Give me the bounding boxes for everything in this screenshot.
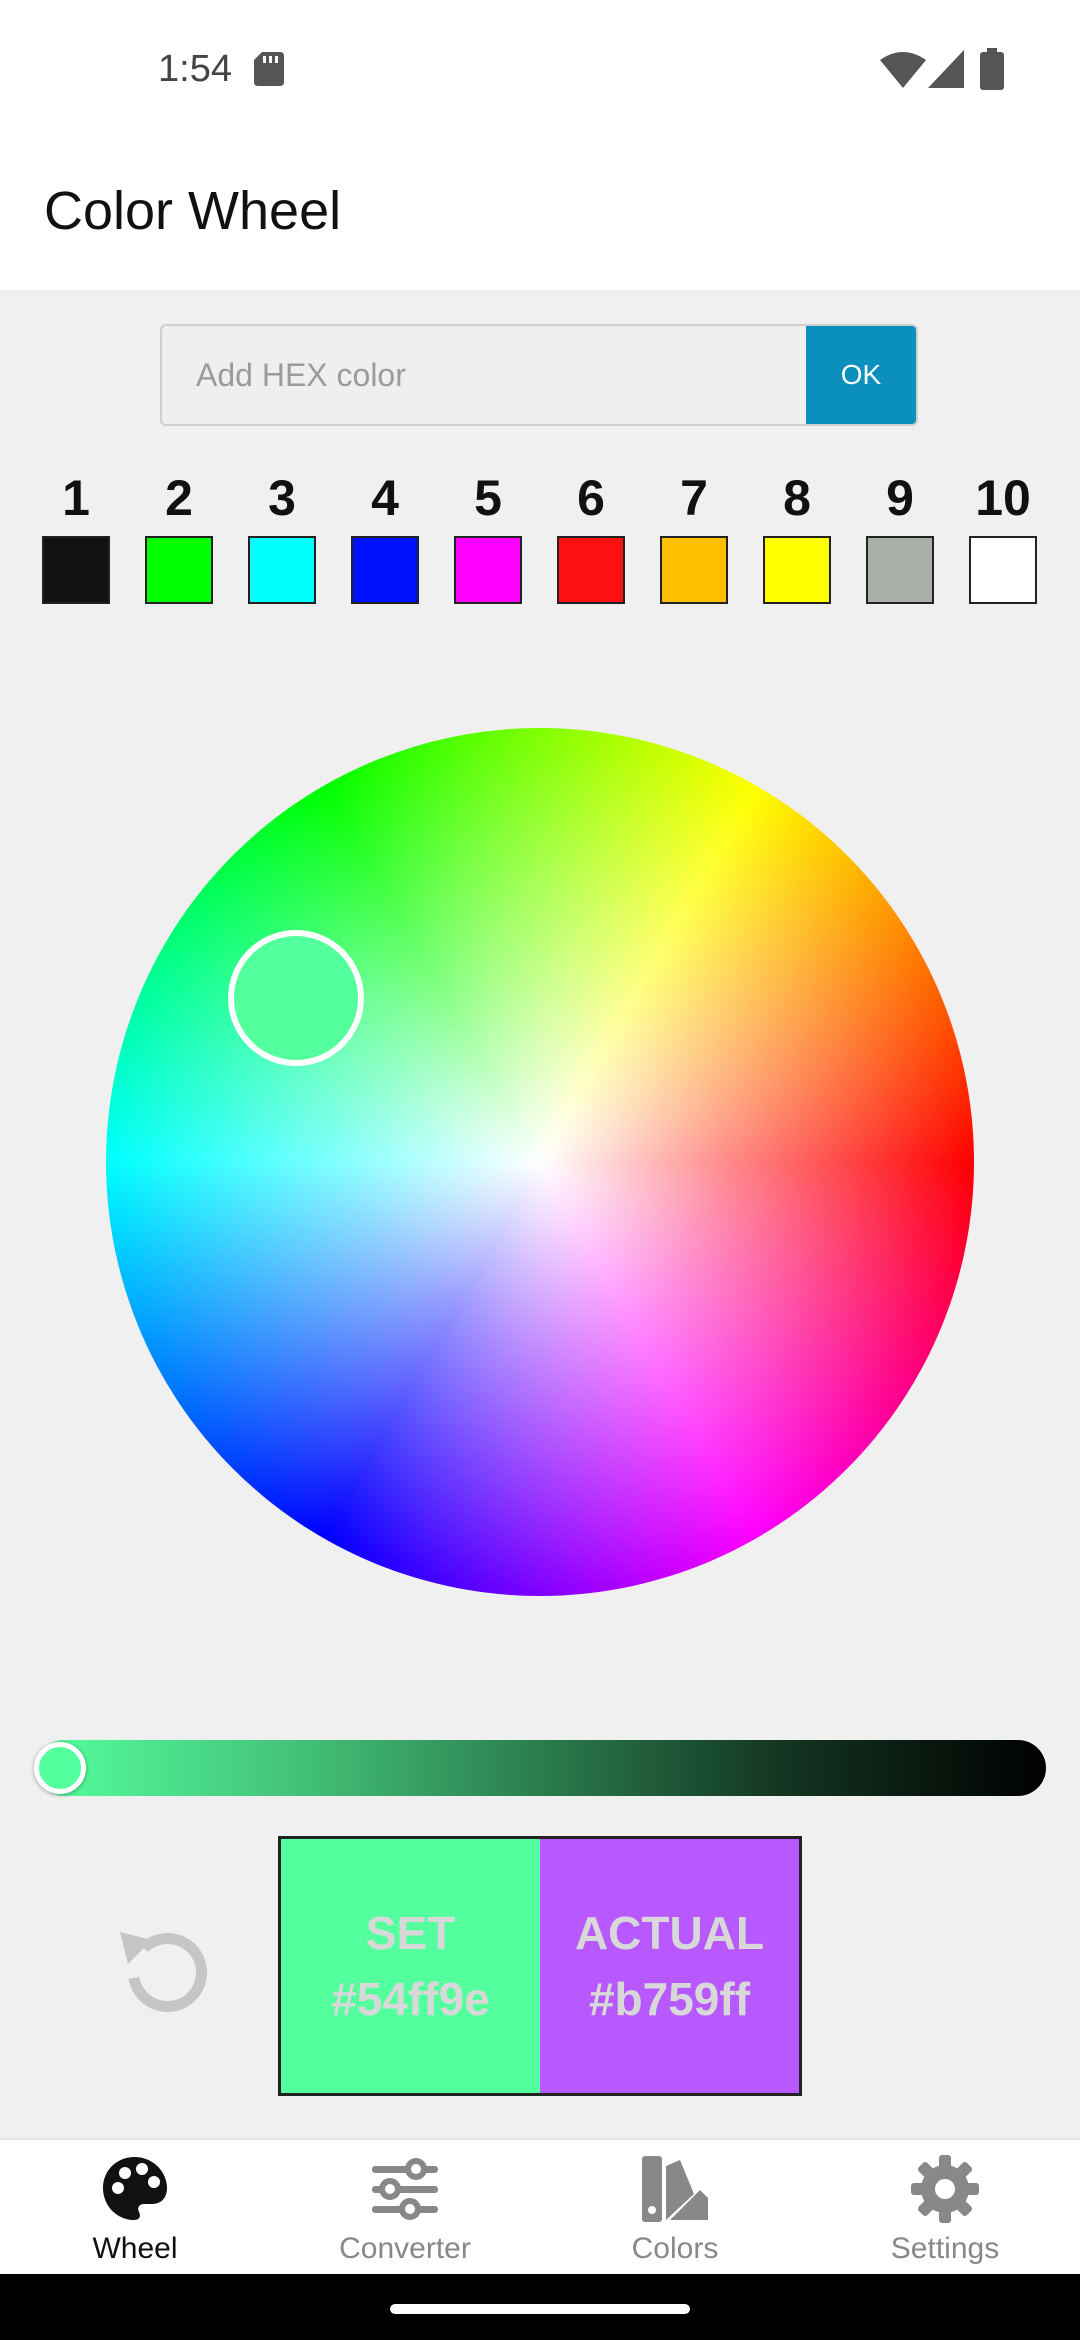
swatch-slot-9: 9 — [864, 470, 936, 604]
brightness-slider[interactable] — [36, 1740, 1046, 1796]
set-color-preview[interactable]: SET #54ff9e — [281, 1839, 540, 2093]
color-swatch-5[interactable] — [454, 536, 522, 604]
actual-color-preview[interactable]: ACTUAL #b759ff — [540, 1839, 799, 2093]
swatch-number: 3 — [268, 470, 296, 526]
swatch-number: 10 — [975, 470, 1031, 526]
page-title: Color Wheel — [44, 181, 342, 241]
actual-hex: #b759ff — [588, 1973, 751, 2025]
swatch-number: 5 — [474, 470, 502, 526]
hex-input[interactable] — [162, 326, 808, 424]
wheel-selector-handle[interactable] — [228, 930, 364, 1066]
app-bar: Color Wheel — [0, 140, 1080, 290]
swatch-slot-6: 6 — [555, 470, 627, 604]
swatch-slot-1: 1 — [40, 470, 112, 604]
nav-label-wheel: Wheel — [92, 2232, 178, 2265]
hex-input-group: OK — [160, 324, 918, 426]
reset-icon[interactable] — [112, 1918, 212, 2018]
color-wheel[interactable] — [106, 728, 974, 1596]
swatch-slot-5: 5 — [452, 470, 524, 604]
swatch-number: 4 — [371, 470, 399, 526]
nav-label-converter: Converter — [339, 2232, 471, 2265]
color-swatch-3[interactable] — [248, 536, 316, 604]
sliders-icon — [372, 2158, 438, 2220]
swatch-slot-2: 2 — [143, 470, 215, 604]
color-swatch-4[interactable] — [351, 536, 419, 604]
status-time: 1:54 — [158, 48, 232, 90]
status-bar: 1:54 — [0, 0, 1080, 140]
ok-button[interactable]: OK — [806, 326, 916, 424]
swatch-number: 2 — [165, 470, 193, 526]
nav-label-settings: Settings — [890, 2232, 1000, 2265]
wifi-icon — [880, 52, 926, 88]
swatch-number: 1 — [62, 470, 90, 526]
color-swatch-8[interactable] — [763, 536, 831, 604]
swatch-slot-4: 4 — [349, 470, 421, 604]
nav-item-converter[interactable]: Converter — [270, 2140, 540, 2276]
nav-label-colors: Colors — [631, 2232, 719, 2265]
swatch-number: 6 — [577, 470, 605, 526]
nav-item-settings[interactable]: Settings — [810, 2140, 1080, 2276]
swatch-number: 8 — [783, 470, 811, 526]
gear-icon — [911, 2155, 979, 2223]
color-swatch-6[interactable] — [557, 536, 625, 604]
swatch-slot-8: 8 — [761, 470, 833, 604]
color-swatch-10[interactable] — [969, 536, 1037, 604]
swatch-slot-7: 7 — [658, 470, 730, 604]
bottom-navigation: Wheel Converter Colors Settings — [0, 2138, 1080, 2274]
color-swatch-2[interactable] — [145, 536, 213, 604]
swatch-number: 7 — [680, 470, 708, 526]
swatch-book-icon — [642, 2156, 708, 2222]
sd-card-icon — [254, 52, 284, 86]
swatch-slot-3: 3 — [246, 470, 318, 604]
palette-icon — [103, 2157, 167, 2220]
color-swatch-9[interactable] — [866, 536, 934, 604]
actual-label: ACTUAL — [574, 1907, 765, 1959]
set-hex: #54ff9e — [331, 1973, 490, 2025]
swatch-slot-10: 10 — [967, 470, 1039, 604]
brightness-slider-thumb[interactable] — [34, 1742, 86, 1794]
nav-item-wheel[interactable]: Wheel — [0, 2140, 270, 2276]
signal-icon — [928, 50, 964, 88]
swatch-number: 9 — [886, 470, 914, 526]
battery-icon — [980, 48, 1004, 90]
color-swatch-1[interactable] — [42, 536, 110, 604]
nav-item-colors[interactable]: Colors — [540, 2140, 810, 2276]
color-compare-panel: SET #54ff9e ACTUAL #b759ff — [278, 1836, 802, 2096]
set-label: SET — [365, 1907, 456, 1959]
color-swatch-7[interactable] — [660, 536, 728, 604]
home-gesture-handle[interactable] — [390, 2304, 690, 2314]
